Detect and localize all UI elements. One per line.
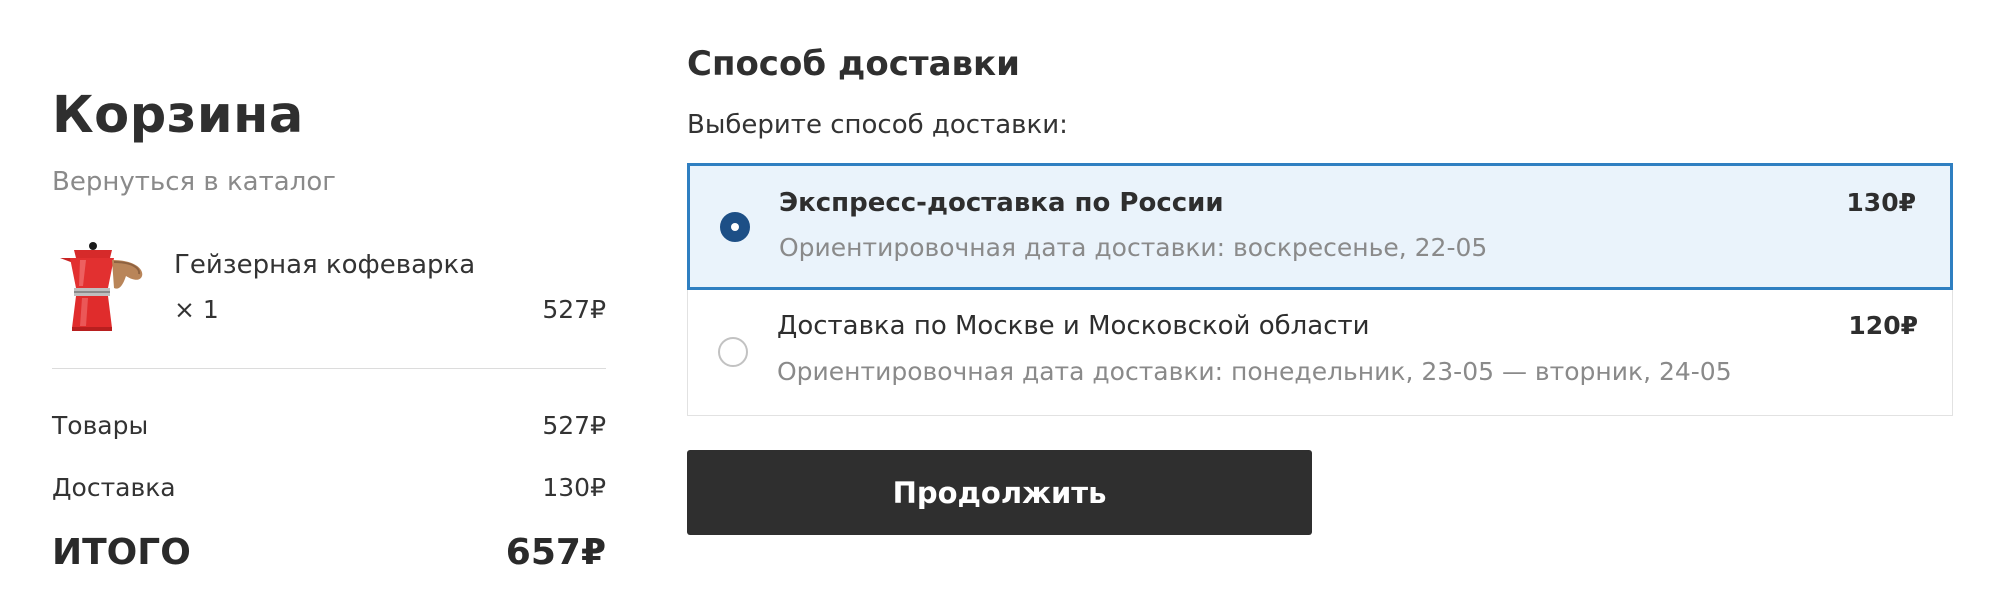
cart-title: Корзина xyxy=(52,86,304,145)
delivery-option-express[interactable]: Экспресс-доставка по России Ориентировоч… xyxy=(687,163,1953,290)
cart-divider xyxy=(52,368,606,369)
delivery-option-title: Доставка по Москве и Московской области xyxy=(777,311,1370,341)
delivery-section-title: Способ доставки xyxy=(687,44,1020,84)
back-to-catalog-link[interactable]: Вернуться в каталог xyxy=(52,167,336,197)
delivery-option-date: Ориентировочная дата доставки: воскресен… xyxy=(779,233,1488,262)
radio-unselected-icon[interactable] xyxy=(718,337,748,367)
delivery-option-moscow[interactable]: Доставка по Москве и Московской области … xyxy=(687,290,1953,416)
summary-delivery-label: Доставка xyxy=(52,473,176,502)
delivery-option-price: 120₽ xyxy=(1848,311,1918,340)
summary-goods-label: Товары xyxy=(52,411,149,440)
product-name: Гейзерная кофеварка xyxy=(174,250,476,280)
product-price: 527₽ xyxy=(542,295,606,324)
delivery-section-subtitle: Выберите способ доставки: xyxy=(687,110,1068,140)
summary-goods-value: 527₽ xyxy=(542,411,606,440)
delivery-option-date: Ориентировочная дата доставки: понедельн… xyxy=(777,357,1732,386)
summary-delivery-value: 130₽ xyxy=(542,473,606,502)
delivery-option-price: 130₽ xyxy=(1846,188,1916,217)
delivery-option-title: Экспресс-доставка по России xyxy=(779,188,1224,218)
summary-total-value: 657₽ xyxy=(505,532,606,573)
product-image-moka-pot xyxy=(52,236,152,336)
summary-total-label: ИТОГО xyxy=(52,532,191,573)
product-quantity: × 1 xyxy=(174,295,219,324)
continue-button[interactable]: Продолжить xyxy=(687,450,1312,535)
radio-selected-icon[interactable] xyxy=(720,212,750,242)
